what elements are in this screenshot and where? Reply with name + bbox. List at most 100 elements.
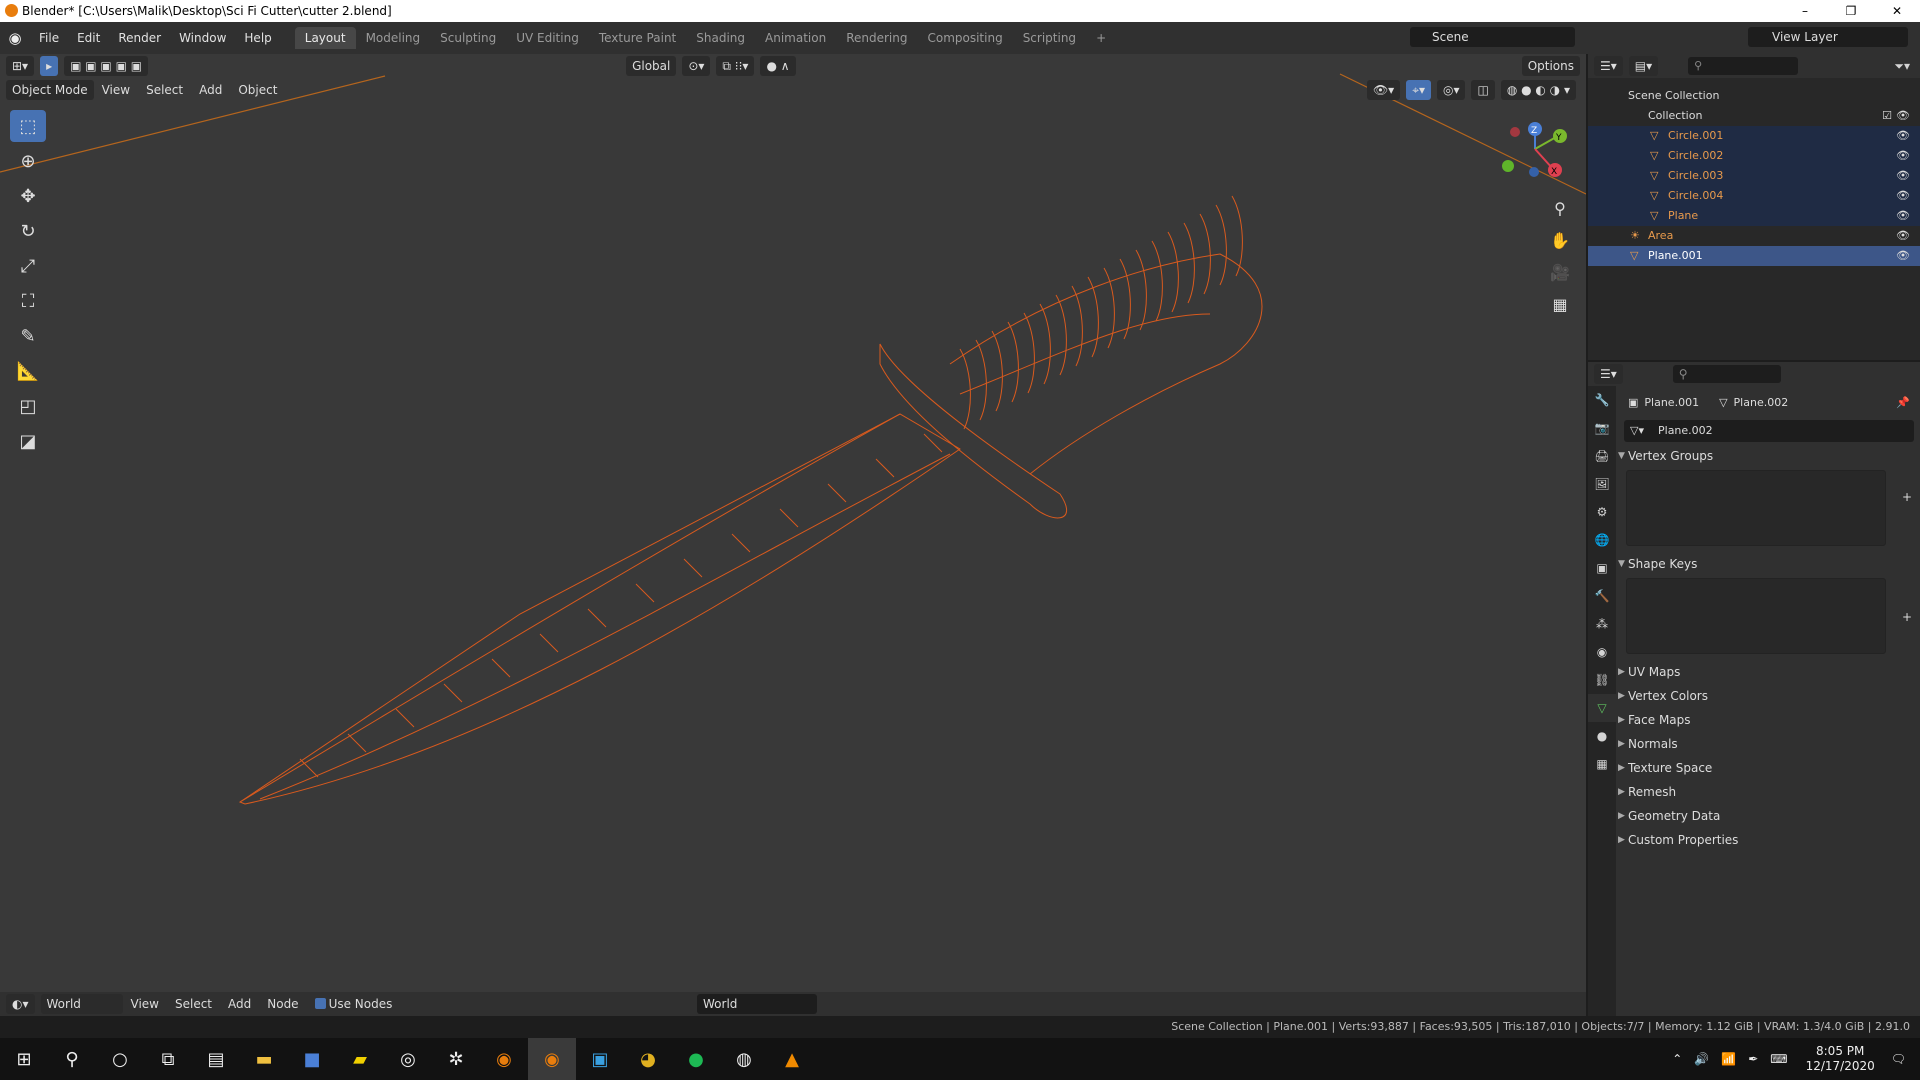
panel-vertex-colors[interactable]: ▶ Vertex Colors [1618, 684, 1920, 708]
menu-render[interactable]: Render [109, 31, 170, 45]
task-view-icon[interactable]: ⧉ [144, 1038, 192, 1080]
blender-taskbar-icon[interactable]: ◉ [480, 1038, 528, 1080]
texture-tab-icon[interactable]: ▦ [1588, 750, 1616, 778]
panel-custom-properties[interactable]: ▶ Custom Properties [1618, 828, 1920, 852]
eye-icon[interactable]: 👁 [1896, 206, 1910, 226]
app-icon-3[interactable]: ■ [288, 1038, 336, 1080]
add-plane-tool-icon[interactable]: ◪ [10, 425, 46, 457]
gizmo-toggle-icon[interactable]: ⌖▾ [1406, 80, 1431, 100]
proportional-edit-icon[interactable]: ● ∧ [760, 56, 796, 76]
eye-icon[interactable]: 👁 [1896, 126, 1910, 146]
view-layer-selector[interactable]: View Layer [1748, 27, 1908, 47]
modifier-tab-icon[interactable]: 🔨 [1588, 582, 1616, 610]
app-icon-1[interactable]: ▤ [192, 1038, 240, 1080]
select-tool-icon[interactable]: ⬚ [10, 110, 46, 142]
pivot-icon[interactable]: ⊙▾ [682, 56, 711, 76]
app-icon-12[interactable]: ◍ [720, 1038, 768, 1080]
camera-view-icon[interactable]: 🎥 [1546, 258, 1574, 286]
keyboard-icon[interactable]: ⌨ [1770, 1052, 1787, 1066]
cursor-tool-icon[interactable]: ⊕ [10, 145, 46, 177]
panel-texture-space[interactable]: ▶ Texture Space [1618, 756, 1920, 780]
tab-layout[interactable]: Layout [294, 27, 356, 49]
overlay-icon[interactable]: ◎▾ [1436, 80, 1466, 100]
checkbox-icon[interactable]: ☑ [1882, 106, 1892, 126]
eye-icon[interactable]: 👁 [1896, 226, 1910, 246]
sticky-notes-icon[interactable]: ▰ [336, 1038, 384, 1080]
properties-editor-icon[interactable]: ☰▾ [1594, 364, 1623, 384]
minimize-button[interactable]: – [1782, 0, 1828, 22]
display-mode-icon[interactable]: ▤▾ [1628, 56, 1659, 76]
tab-modeling[interactable]: Modeling [356, 27, 431, 49]
spotify-icon[interactable]: ● [672, 1038, 720, 1080]
panel-normals[interactable]: ▶ Normals [1618, 732, 1920, 756]
zoom-icon[interactable]: ⚲ [1546, 194, 1574, 222]
add-vertex-group-icon[interactable]: + [1902, 490, 1912, 504]
select-box-icon[interactable]: ▸ [40, 56, 59, 76]
clock[interactable]: 8:05 PM 12/17/2020 [1806, 1044, 1875, 1074]
panel-uv-maps[interactable]: ▶ UV Maps [1618, 660, 1920, 684]
render-tab-icon[interactable]: 📷 [1588, 414, 1616, 442]
editor-type-icon-bottom[interactable]: ◐▾ [6, 994, 35, 1014]
panel-vertex-groups[interactable]: ▼ Vertex Groups [1618, 444, 1920, 468]
outliner-row-collection[interactable]: Collection ☑ 👁 [1588, 106, 1920, 126]
filter-icon[interactable]: ⏷▾ [1894, 59, 1910, 74]
tray-chevron-icon[interactable]: ⌃ [1672, 1052, 1682, 1066]
menu-view-bottom[interactable]: View [123, 997, 167, 1011]
world-shader-type-dropdown[interactable]: World [40, 994, 123, 1014]
material-tab-icon[interactable]: ● [1588, 722, 1616, 750]
menu-add-bottom[interactable]: Add [220, 997, 259, 1011]
snap-icon[interactable]: ⧉ ⁝⁝▾ [716, 56, 755, 76]
world-tab-icon[interactable]: 🌐 [1588, 526, 1616, 554]
menu-select-bottom[interactable]: Select [167, 997, 220, 1011]
outliner-row-circle-003[interactable]: ▽ Circle.003 👁 [1588, 166, 1920, 186]
outliner-row-area[interactable]: ☀ Area 👁 [1588, 226, 1920, 246]
scale-tool-icon[interactable]: ⤢ [10, 250, 46, 282]
search-icon[interactable]: ⚲ [48, 1038, 96, 1080]
constraints-tab-icon[interactable]: ⛓ [1588, 666, 1616, 694]
volume-icon[interactable]: 🔊 [1694, 1052, 1709, 1066]
panel-shape-keys[interactable]: ▼ Shape Keys [1618, 552, 1920, 576]
pin-icon[interactable]: 📌 [1896, 396, 1910, 409]
wifi-icon[interactable]: 📶 [1721, 1052, 1736, 1066]
eye-icon[interactable]: 👁 [1896, 166, 1910, 186]
outliner-row-circle-004[interactable]: ▽ Circle.004 👁 [1588, 186, 1920, 206]
editor-type-icon[interactable]: ⊞▾ [6, 56, 35, 76]
menu-object[interactable]: Object [230, 83, 285, 97]
view-layer-tab-icon[interactable]: 🖼 [1588, 470, 1616, 498]
scene-selector[interactable]: Scene [1410, 27, 1575, 47]
menu-view[interactable]: View [94, 83, 138, 97]
object-tab-icon[interactable]: ▣ [1588, 554, 1616, 582]
maximize-button[interactable]: ❐ [1828, 0, 1874, 22]
menu-select[interactable]: Select [138, 83, 191, 97]
blender-active-taskbar-icon[interactable]: ◉ [528, 1038, 576, 1080]
transform-orientation-dropdown[interactable]: Global [626, 56, 677, 76]
use-nodes-checkbox[interactable]: Use Nodes [307, 997, 401, 1011]
panel-remesh[interactable]: ▶ Remesh [1618, 780, 1920, 804]
outliner-row-circle-002[interactable]: ▽ Circle.002 👁 [1588, 146, 1920, 166]
menu-add[interactable]: Add [191, 83, 230, 97]
tab-sculpting[interactable]: Sculpting [430, 27, 506, 49]
menu-edit[interactable]: Edit [68, 31, 109, 45]
tool-tab-icon[interactable]: 🔧 [1588, 386, 1616, 414]
object-mode-dropdown[interactable]: Object Mode [6, 80, 94, 100]
add-cube-tool-icon[interactable]: ◰ [10, 390, 46, 422]
add-workspace-button[interactable]: + [1086, 27, 1116, 49]
xray-icon[interactable]: ◫ [1471, 80, 1495, 100]
outliner-row-plane-001[interactable]: ▽ Plane.001 👁 [1588, 246, 1920, 266]
eye-icon[interactable]: 👁 [1896, 186, 1910, 206]
measure-tool-icon[interactable]: 📐 [10, 355, 46, 387]
physics-tab-icon[interactable]: ◉ [1588, 638, 1616, 666]
properties-search-input[interactable]: ⚲ [1672, 365, 1781, 383]
mesh-browse-icon[interactable]: ▽▾ [1630, 420, 1644, 442]
app-icon-9[interactable]: ▣ [576, 1038, 624, 1080]
tab-uv-editing[interactable]: UV Editing [506, 27, 589, 49]
pan-hand-icon[interactable]: ✋ [1546, 226, 1574, 254]
3d-viewport[interactable]: Z Y X ⊞▾ ▸ ▣ ▣ ▣ ▣ ▣ Global ⊙▾ ⧉ ⁝⁝▾ ● ∧… [0, 54, 1586, 992]
windows-start-icon[interactable]: ⊞ [0, 1038, 48, 1080]
app-icon-5[interactable]: ◎ [384, 1038, 432, 1080]
options-dropdown[interactable]: Options [1521, 56, 1580, 76]
notifications-icon[interactable]: 🗨 [1891, 1052, 1906, 1066]
shape-keys-list[interactable] [1626, 578, 1886, 654]
vertex-groups-list[interactable] [1626, 470, 1886, 546]
navigation-gizmo[interactable]: Z Y X [1502, 122, 1567, 177]
